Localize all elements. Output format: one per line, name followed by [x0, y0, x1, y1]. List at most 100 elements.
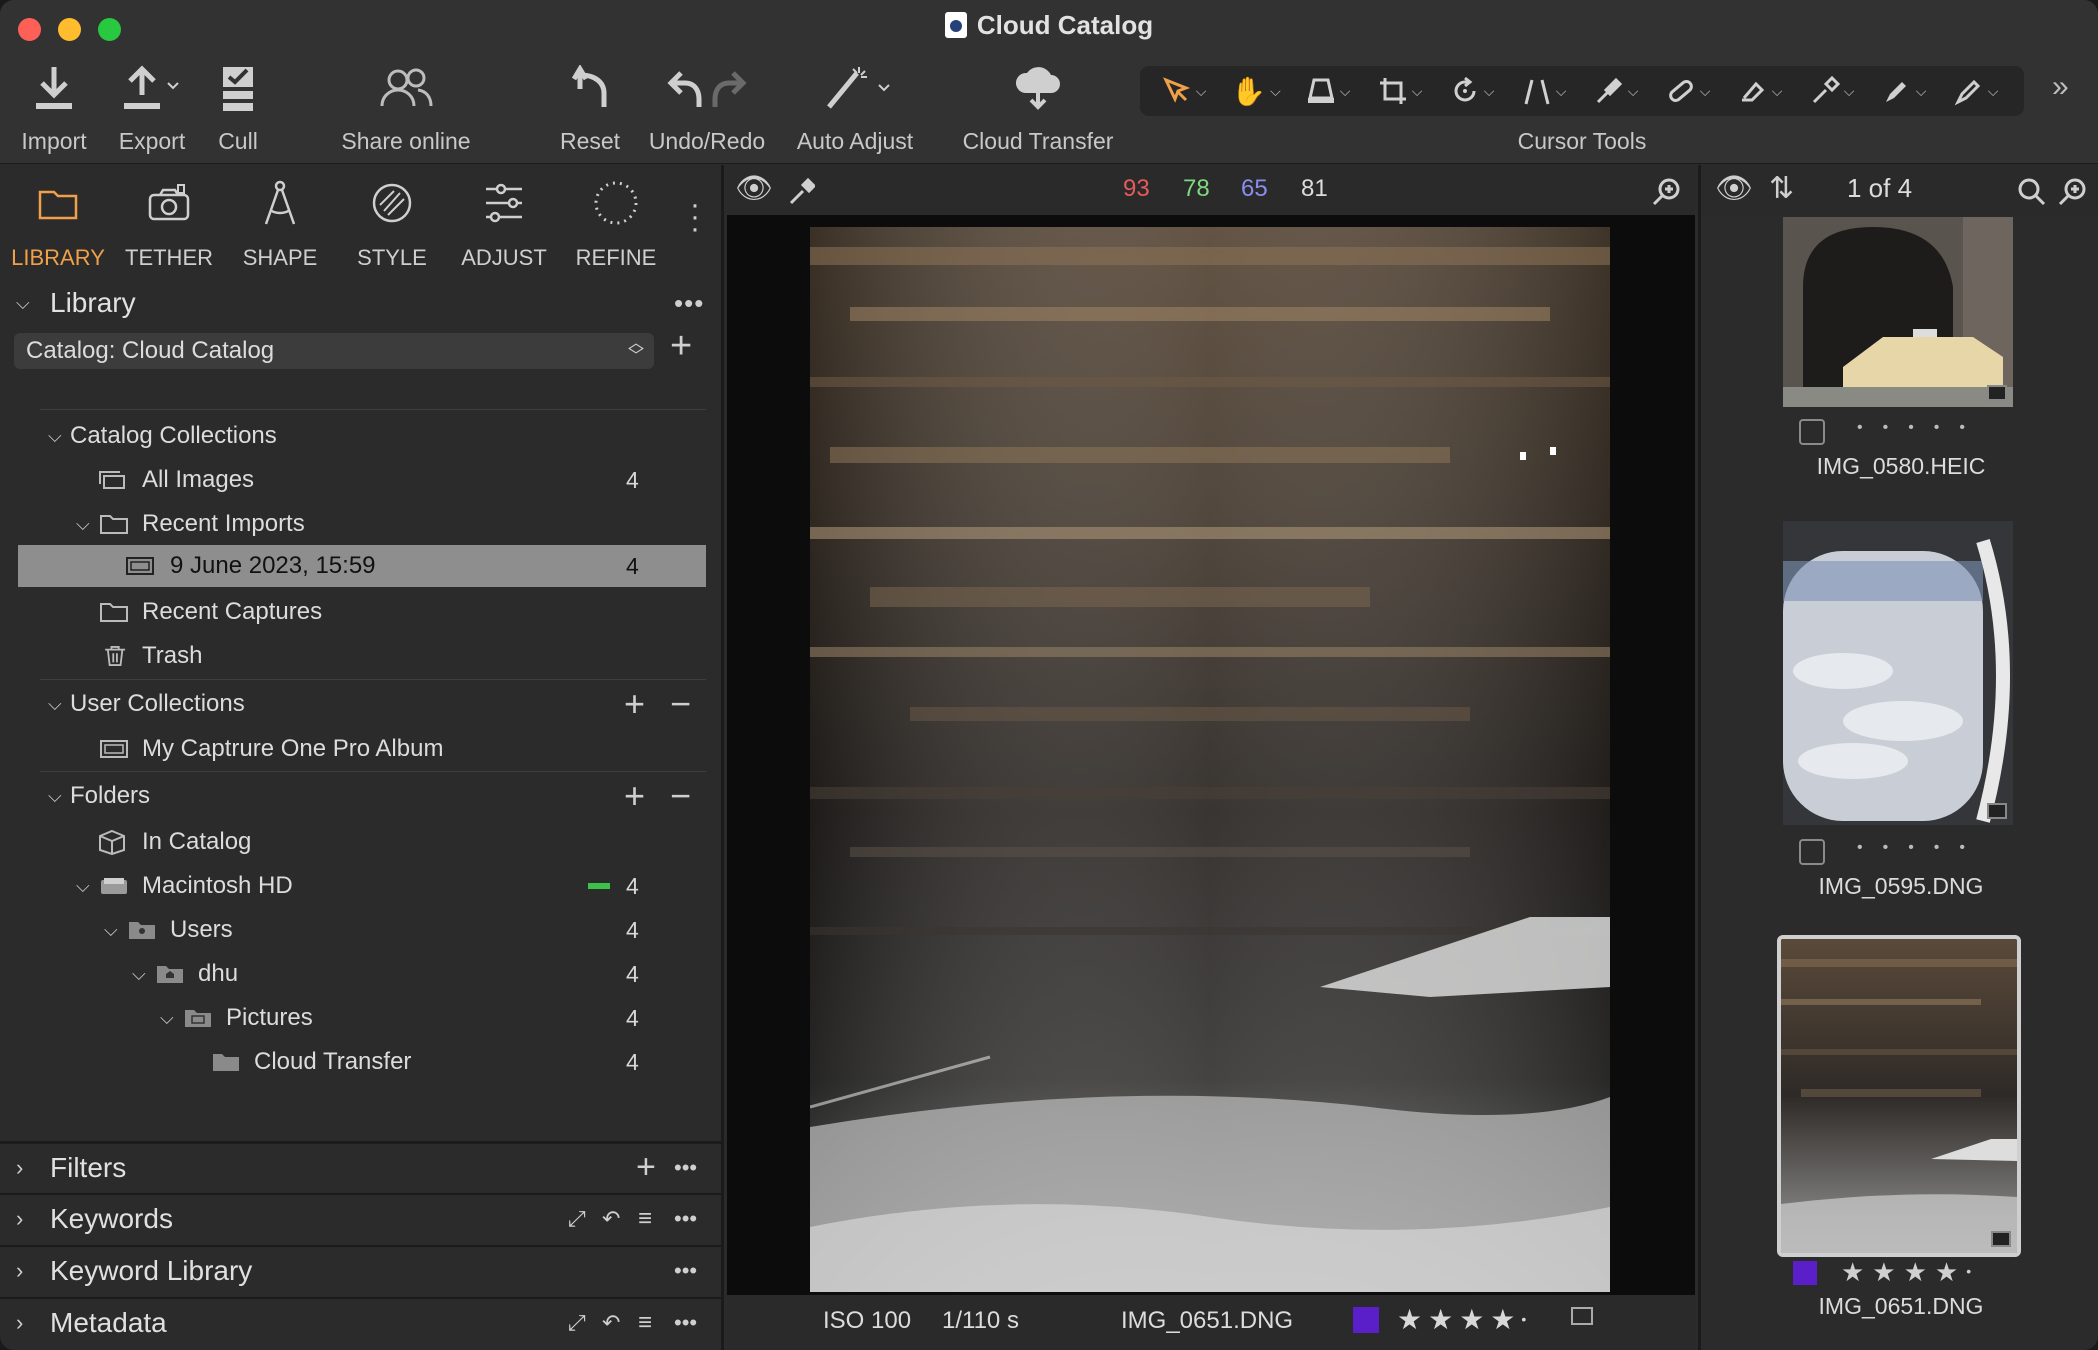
- expand-icon[interactable]: ⤢: [568, 1310, 586, 1336]
- browser-panel: 👁 ⇅ 1 of 4 ••••• IMG_0580.HEIC ••••• IMG…: [1698, 165, 2098, 1350]
- folders-header[interactable]: ⌵ Folders + −: [0, 775, 724, 817]
- share-online-button[interactable]: Share online: [336, 60, 476, 155]
- folder-icon: [213, 1054, 239, 1071]
- remove-collection-icon[interactable]: −: [670, 683, 691, 725]
- eye-icon[interactable]: 👁: [1715, 171, 1753, 206]
- browser-toolbar: 👁 ⇅ 1 of 4: [1701, 165, 2098, 215]
- thumbnail-img-0651-selected[interactable]: [1777, 935, 2021, 1257]
- reset-icon[interactable]: ↶: [602, 1310, 620, 1336]
- catalog-collections-header[interactable]: ⌵ Catalog Collections: [0, 415, 724, 457]
- chevron-right-icon: ›: [16, 1258, 24, 1283]
- pictures-folder-icon: [185, 1010, 211, 1027]
- color-tag[interactable]: [1793, 1261, 1817, 1285]
- collection-import-session[interactable]: 9 June 2023, 15:59 4: [18, 545, 706, 587]
- loupe-icon: [1307, 78, 1334, 103]
- add-folder-icon[interactable]: +: [624, 775, 645, 817]
- cull-button[interactable]: Cull: [208, 60, 268, 155]
- export-button[interactable]: Export: [112, 60, 192, 155]
- folder-in-catalog[interactable]: In Catalog: [0, 821, 724, 863]
- folder-pictures[interactable]: ⌵ Pictures 4: [0, 997, 724, 1039]
- more-icon[interactable]: •••: [674, 1310, 697, 1336]
- readout-red: 93: [1123, 175, 1150, 202]
- thumbnail-img-0580[interactable]: [1783, 217, 2013, 407]
- thumbnail-name: IMG_0651.DNG: [1818, 1293, 1984, 1319]
- toolbar-overflow-icon[interactable]: »: [2052, 70, 2069, 104]
- chevron-down-icon: ⌵: [76, 513, 90, 534]
- heal-tool[interactable]: ⌵: [1654, 74, 1722, 108]
- search-icon[interactable]: [2017, 177, 2047, 207]
- user-collections-header[interactable]: ⌵ User Collections + −: [0, 683, 724, 725]
- cloud-transfer-button[interactable]: Cloud Transfer: [958, 60, 1118, 155]
- undo-redo-button[interactable]: Undo/Redo: [644, 60, 770, 155]
- add-collection-icon[interactable]: +: [624, 683, 645, 725]
- chevron-down-icon: ⌵: [76, 875, 90, 896]
- tab-tether[interactable]: TETHER: [113, 175, 225, 271]
- thumbnail-name: IMG_0580.HEIC: [1816, 453, 1986, 479]
- library-header[interactable]: ⌵ Library •••: [0, 278, 724, 328]
- auto-adjust-button[interactable]: Auto Adjust: [792, 60, 918, 155]
- collection-trash[interactable]: Trash: [0, 635, 724, 677]
- list-icon[interactable]: ≡: [638, 1205, 652, 1233]
- spot-removal-tool[interactable]: ⌵: [1582, 74, 1650, 108]
- image-counter: 1 of 4: [1847, 173, 1913, 203]
- remove-folder-icon[interactable]: −: [670, 775, 691, 817]
- more-icon[interactable]: •••: [674, 1206, 697, 1232]
- select-tool[interactable]: ⌵: [1150, 74, 1218, 108]
- album-icon: [100, 740, 128, 758]
- star-rating[interactable]: ★★★★•: [1841, 1257, 1979, 1288]
- rating-dots[interactable]: •••••: [1857, 839, 1985, 857]
- keyword-library-section[interactable]: › Keyword Library •••: [0, 1245, 724, 1295]
- list-icon[interactable]: ≡: [638, 1309, 652, 1337]
- pan-tool[interactable]: ✋ ⌵: [1222, 74, 1290, 108]
- updown-chevron-icon: ︿ ﹀: [627, 335, 644, 365]
- reset-icon[interactable]: ↶: [602, 1206, 620, 1232]
- annotate-tool[interactable]: ⌵: [1870, 74, 1938, 108]
- more-tabs-icon[interactable]: · · ·: [690, 190, 700, 244]
- tools-panel: LIBRARY TETHER SHAPE STYLE ADJUST REFINE…: [0, 165, 724, 1350]
- filters-section[interactable]: › Filters + •••: [0, 1141, 724, 1191]
- main-photo[interactable]: [810, 227, 1610, 1292]
- sort-icon[interactable]: ⇅: [1769, 171, 1794, 206]
- expand-icon[interactable]: ⤢: [568, 1206, 586, 1232]
- star-rating[interactable]: ★★★★•: [1397, 1303, 1532, 1336]
- keystone-tool[interactable]: ⌵: [1510, 74, 1578, 108]
- zoom-icon[interactable]: [1651, 177, 1681, 207]
- color-picker-icon[interactable]: [789, 177, 815, 205]
- add-catalog-icon[interactable]: +: [670, 325, 692, 368]
- metadata-section[interactable]: › Metadata ⤢ ↶ ≡ •••: [0, 1297, 724, 1347]
- loupe-tool[interactable]: ⌵: [1294, 74, 1362, 108]
- more-icon[interactable]: •••: [674, 1155, 697, 1181]
- add-filter-icon[interactable]: +: [636, 1148, 656, 1187]
- eye-icon[interactable]: 👁: [735, 171, 773, 206]
- tab-refine[interactable]: REFINE: [560, 175, 672, 271]
- collection-album[interactable]: My Captrure One Pro Album: [0, 728, 724, 770]
- crop-tool[interactable]: ⌵: [1366, 74, 1434, 108]
- rotate-tool[interactable]: ⌵: [1438, 74, 1506, 108]
- color-tag[interactable]: [1353, 1307, 1379, 1333]
- select-checkbox[interactable]: [1799, 839, 1825, 865]
- rating-dots[interactable]: •••••: [1857, 419, 1985, 437]
- folder-dhu[interactable]: ⌵ dhu 4: [0, 953, 724, 995]
- collection-all-images[interactable]: All Images 4: [0, 459, 724, 501]
- more-icon[interactable]: •••: [674, 1258, 697, 1284]
- picker-tool[interactable]: ⌵: [1798, 74, 1866, 108]
- more-icon[interactable]: •••: [674, 288, 704, 319]
- folder-cloud-transfer[interactable]: Cloud Transfer 4: [0, 1041, 724, 1083]
- tab-style[interactable]: STYLE: [336, 175, 448, 271]
- draw-mask-tool[interactable]: ⌵: [1942, 74, 2010, 108]
- catalog-select[interactable]: Catalog: Cloud Catalog ︿ ﹀: [14, 333, 654, 369]
- import-button[interactable]: Import: [14, 60, 94, 155]
- collection-recent-imports[interactable]: ⌵ Recent Imports: [0, 503, 724, 545]
- folder-users[interactable]: ⌵ Users 4: [0, 909, 724, 951]
- tab-adjust[interactable]: ADJUST: [448, 175, 560, 271]
- eraser-tool[interactable]: ⌵: [1726, 74, 1794, 108]
- folder-macintosh-hd[interactable]: ⌵ Macintosh HD 4: [0, 865, 724, 907]
- tab-library[interactable]: LIBRARY: [2, 175, 114, 271]
- zoom-icon[interactable]: [2057, 177, 2087, 207]
- reset-button[interactable]: Reset: [556, 60, 624, 155]
- keywords-section[interactable]: › Keywords ⤢ ↶ ≡ •••: [0, 1193, 724, 1243]
- tab-shape[interactable]: SHAPE: [224, 175, 336, 271]
- select-checkbox[interactable]: [1799, 419, 1825, 445]
- thumbnail-img-0595[interactable]: [1783, 521, 2013, 825]
- collection-recent-captures[interactable]: Recent Captures: [0, 591, 724, 633]
